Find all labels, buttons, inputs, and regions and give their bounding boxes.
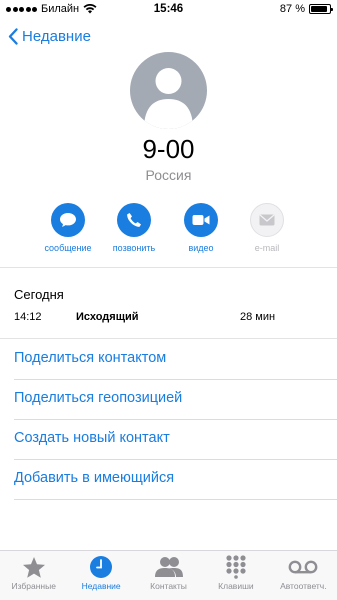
divider xyxy=(0,338,337,339)
share-location-button[interactable]: Поделиться геопозицией xyxy=(14,390,337,406)
recent-date-heading: Сегодня xyxy=(14,287,64,302)
video-icon xyxy=(184,203,218,237)
divider xyxy=(0,267,337,268)
battery-icon xyxy=(309,4,333,14)
tab-favorites[interactable]: Избранные xyxy=(0,551,67,600)
avatar xyxy=(130,52,207,129)
message-label: сообщение xyxy=(44,243,92,253)
divider xyxy=(14,459,337,460)
tab-voicemail[interactable]: Автоответч. xyxy=(270,551,337,600)
call-type: Исходящий xyxy=(76,311,139,323)
call-time: 14:12 xyxy=(14,311,42,323)
call-label: позвонить xyxy=(112,243,156,253)
video-button[interactable]: видео xyxy=(166,203,236,253)
divider xyxy=(14,379,337,380)
message-icon xyxy=(51,203,85,237)
status-bar: Билайн 15:46 87 % xyxy=(0,0,337,20)
battery-percent: 87 % xyxy=(279,3,305,15)
keypad-icon xyxy=(202,555,269,579)
tab-label: Недавние xyxy=(81,581,121,591)
star-icon xyxy=(0,555,67,579)
back-label: Недавние xyxy=(22,28,91,45)
back-button[interactable]: Недавние xyxy=(8,28,91,45)
divider xyxy=(14,499,337,500)
mail-icon xyxy=(250,203,284,237)
tab-label: Избранные xyxy=(11,581,56,591)
clock-icon xyxy=(67,555,134,579)
email-button: e-mail xyxy=(232,203,302,253)
contact-subtitle: Россия xyxy=(145,167,192,183)
add-to-existing-button[interactable]: Добавить в имеющийся xyxy=(14,470,337,486)
person-silhouette-icon xyxy=(144,68,193,129)
tab-contacts[interactable]: Контакты xyxy=(135,551,202,600)
contact-name: 9-00 xyxy=(142,134,195,164)
tab-keypad[interactable]: Клавиши xyxy=(202,551,269,600)
message-button[interactable]: сообщение xyxy=(33,203,103,253)
tab-label: Автоответч. xyxy=(280,581,327,591)
contacts-icon xyxy=(135,555,202,579)
status-right: 87 % xyxy=(279,3,333,15)
create-contact-button[interactable]: Создать новый контакт xyxy=(14,430,337,446)
tab-recents[interactable]: Недавние xyxy=(67,551,134,600)
call-duration: 28 мин xyxy=(240,311,276,323)
tab-label: Контакты xyxy=(150,581,187,591)
email-label: e-mail xyxy=(254,243,280,253)
tab-label: Клавиши xyxy=(218,581,254,591)
call-button[interactable]: позвонить xyxy=(99,203,169,253)
tab-bar: Избранные Недавние Контакты Клавиши Авто… xyxy=(0,550,337,600)
divider xyxy=(14,419,337,420)
share-contact-button[interactable]: Поделиться контактом xyxy=(14,350,337,366)
video-label: видео xyxy=(188,243,214,253)
chevron-left-icon xyxy=(8,28,18,45)
phone-icon xyxy=(117,203,151,237)
voicemail-icon xyxy=(270,555,337,579)
battery-fill xyxy=(311,6,327,12)
